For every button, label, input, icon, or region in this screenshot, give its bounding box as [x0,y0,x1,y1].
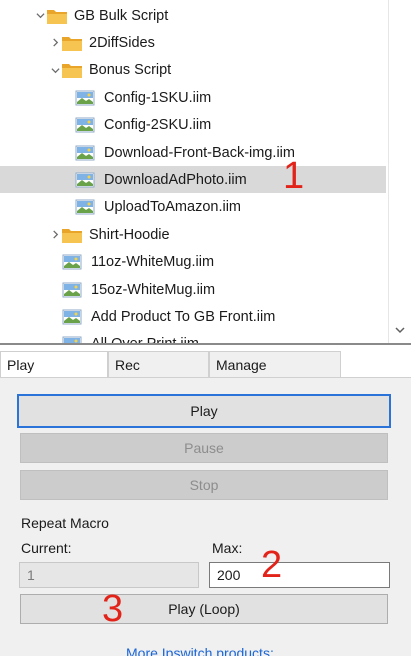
macro-file-icon [75,117,95,133]
macro-file-icon [62,254,82,270]
tree-item-label: Add Product To GB Front.iim [91,308,276,325]
tree-item-label: Bonus Script [89,62,172,79]
folder-icon [61,61,83,79]
pane-divider[interactable] [0,343,411,345]
pause-button[interactable]: Pause [20,433,388,463]
folder-icon [46,7,68,25]
tab-play[interactable]: Play [0,351,108,378]
macro-file-icon [75,199,95,215]
tree-item-label: Config-1SKU.iim [104,89,212,106]
macro-file-icon [75,172,95,188]
macro-file-icon [62,309,82,325]
max-field[interactable]: 200 [209,562,390,588]
tree-item-label: 15oz-WhiteMug.iim [91,281,216,298]
max-label: Max: [212,540,243,556]
chevron-down-icon[interactable] [49,64,61,76]
chevron-right-icon[interactable] [49,37,61,49]
more-products-link[interactable]: More Ipswitch products: [126,645,274,656]
tree-file[interactable]: UploadToAmazon.iim [0,194,388,221]
chevron-right-icon[interactable] [49,229,61,241]
macro-file-icon [62,336,82,343]
macro-file-icon [75,145,95,161]
tree-file[interactable]: All Over Print.iim [0,331,388,343]
tree-file[interactable]: Config-1SKU.iim [0,84,388,111]
repeat-macro-heading: Repeat Macro [21,515,109,531]
tree-file[interactable]: DownloadAdPhoto.iim [0,166,386,194]
play-panel: Play Pause Stop Repeat Macro Current: Ma… [0,377,411,656]
current-label: Current: [21,540,72,556]
tree-item-label: 11oz-WhiteMug.iim [91,254,215,271]
folder-icon [61,226,83,244]
macro-file-icon [75,90,95,106]
tree-file[interactable]: Download-Front-Back-img.iim [0,139,388,166]
tree-scrollbar[interactable] [388,0,411,343]
tree-item-label: UploadToAmazon.iim [104,199,242,216]
folder-icon [61,34,83,52]
play-button[interactable]: Play [17,394,391,428]
annotation-1: 1 [283,155,305,197]
tree-item-label: DownloadAdPhoto.iim [104,171,247,188]
tree-folder[interactable]: Bonus Script [0,57,388,84]
tab-manage[interactable]: Manage [209,351,341,378]
current-field: 1 [19,562,199,588]
scroll-down-icon[interactable] [394,324,406,336]
play-loop-button[interactable]: Play (Loop) [20,594,388,624]
tree-item-label: Config-2SKU.iim [104,117,212,134]
annotation-2: 2 [261,544,283,586]
tree-file[interactable]: 15oz-WhiteMug.iim [0,276,388,303]
tree-item-label: GB Bulk Script [74,7,169,24]
macro-tree[interactable]: GB Bulk Script 2DiffSides Bonus Script Conf… [0,0,411,343]
tree-item-label: Download-Front-Back-img.iim [104,144,295,161]
tree-folder[interactable]: 2DiffSides [0,29,388,56]
tab-bar: Play Rec Manage [0,351,411,378]
tree-item-label: 2DiffSides [89,34,155,51]
tree-file[interactable]: Add Product To GB Front.iim [0,303,388,330]
chevron-down-icon[interactable] [34,10,46,22]
tree-item-label: Shirt-Hoodie [89,226,170,243]
tab-rec[interactable]: Rec [108,351,209,378]
tree-folder[interactable]: Shirt-Hoodie [0,221,388,248]
tree-file[interactable]: 11oz-WhiteMug.iim [0,249,388,276]
annotation-3: 3 [102,588,124,630]
tree-item-label: All Over Print.iim [91,336,199,343]
stop-button[interactable]: Stop [20,470,388,500]
macro-file-icon [62,282,82,298]
tree-folder[interactable]: GB Bulk Script [0,2,388,29]
tree-file[interactable]: Config-2SKU.iim [0,112,388,139]
